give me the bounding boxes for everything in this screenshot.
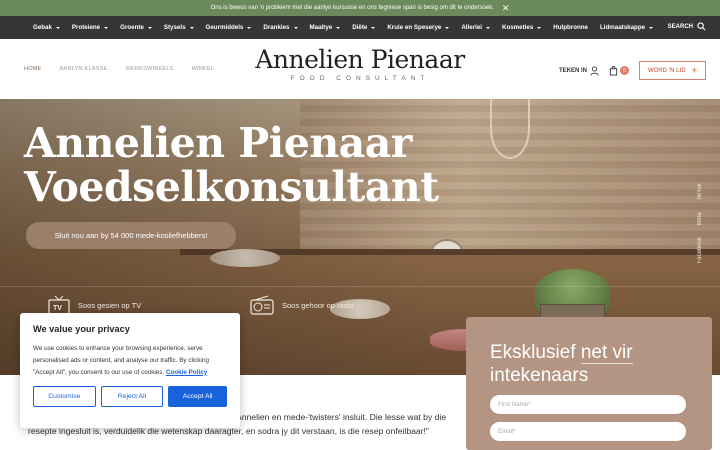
nav-label: Hulpbronne xyxy=(553,24,588,31)
media-radio-label: Soos gehoor op radio xyxy=(282,300,354,310)
sign-in-link[interactable]: TEKEN IN xyxy=(558,65,599,76)
nav-item-lidmaatskappe[interactable]: Lidmaatskappe xyxy=(600,24,654,31)
nav-item-stysels[interactable]: Stysels xyxy=(164,24,194,31)
nav-item-kruie[interactable]: Kruie en Speserye xyxy=(387,24,450,31)
nav-label: Lidmaatskappe xyxy=(600,24,646,31)
nav-label: Allerlei xyxy=(461,24,482,31)
search-button[interactable]: SEARCH xyxy=(668,22,706,31)
media-radio: Soos gehoor op radio xyxy=(250,295,354,315)
chevron-down-icon xyxy=(293,26,298,29)
nav-label: Groente xyxy=(120,24,144,31)
cookie-buttons: Customise Reject All Accept All xyxy=(33,386,227,408)
nav-label: Maaltye xyxy=(309,24,333,31)
nav-item-kosmeties[interactable]: Kosmeties xyxy=(501,24,542,31)
tv-icon: TV xyxy=(48,295,70,315)
media-tv: TV Soos gesien op TV xyxy=(48,295,141,315)
subscriber-signup-card: Eksklusief net vir intekenaars First Nam… xyxy=(466,317,712,450)
close-icon[interactable]: ✕ xyxy=(502,3,510,13)
main-nav: Gebak Proteiene Groente Stysels Geurmidd… xyxy=(0,16,720,39)
cart-icon xyxy=(609,65,618,75)
nav-label: Stysels xyxy=(163,24,186,31)
chevron-down-icon xyxy=(445,26,450,29)
plus-icon: + xyxy=(691,65,697,75)
nav-item-gebak[interactable]: Gebak xyxy=(33,24,60,31)
nav-item-allerlei[interactable]: Allerlei xyxy=(461,24,490,31)
hero-title-line2: Voedselkonsultant xyxy=(24,163,439,211)
accept-all-button[interactable]: Accept All xyxy=(168,386,227,408)
cookie-policy-link[interactable]: Cookie Policy xyxy=(166,369,207,376)
signup-title-pre: Eksklusief xyxy=(490,342,581,363)
nav-item-diete[interactable]: Diëte xyxy=(352,24,376,31)
media-tv-label: Soos gesien op TV xyxy=(78,300,142,310)
signup-title: Eksklusief net vir intekenaars xyxy=(490,341,712,387)
cookie-text: We use cookies to enhance your browsing … xyxy=(33,343,227,378)
first-name-field[interactable]: First Name* xyxy=(490,395,686,414)
search-icon xyxy=(697,22,706,31)
chevron-down-icon xyxy=(104,26,109,29)
nav-label: Kruie en Speserye xyxy=(387,24,442,31)
signup-title-underlined: net vir xyxy=(580,342,633,364)
nav-item-hulpbronne[interactable]: Hulpbronne xyxy=(553,24,588,31)
chevron-down-icon xyxy=(189,26,194,29)
nav-item-geurmiddels[interactable]: Geurmiddels xyxy=(206,24,252,31)
nav-label: Geurmiddels xyxy=(205,24,244,31)
email-field[interactable]: Email* xyxy=(490,422,686,441)
social-tiktok[interactable]: TikTok xyxy=(697,183,703,200)
chevron-down-icon xyxy=(649,26,654,29)
chevron-down-icon xyxy=(537,26,542,29)
radio-icon xyxy=(250,295,274,315)
nav-label: Gebak xyxy=(33,24,52,31)
nav-label: Drankies xyxy=(263,24,290,31)
nav-label: Kosmeties xyxy=(501,24,534,31)
signup-title-line2: intekenaars xyxy=(490,365,589,386)
social-instagram[interactable]: Insta xyxy=(697,212,703,225)
announcement-text: Ons is bewus van 'n probleem met die aan… xyxy=(210,5,494,11)
cookie-title: We value your privacy xyxy=(33,324,130,334)
nav-label: Diëte xyxy=(352,24,368,31)
user-icon xyxy=(590,65,599,76)
chevron-down-icon xyxy=(247,26,252,29)
nav-item-maaltye[interactable]: Maaltye xyxy=(310,24,341,31)
cart-count-badge: 0 xyxy=(619,66,629,75)
reject-all-button[interactable]: Reject All xyxy=(100,386,164,408)
chevron-down-icon xyxy=(485,26,490,29)
social-facebook[interactable]: Facebook xyxy=(697,237,703,263)
sign-in-label: TEKEN IN xyxy=(558,67,587,74)
chevron-down-icon xyxy=(371,26,376,29)
nav-item-proteiene[interactable]: Proteiene xyxy=(71,24,109,31)
cookie-consent-banner: We value your privacy We use cookies to … xyxy=(20,313,240,428)
hero-title-line1: Annelien Pienaar xyxy=(24,119,412,167)
header-actions: TEKEN IN 0 WORD 'N LID + xyxy=(559,61,706,80)
hero-cta-button[interactable]: Sluit nou aan by 54 000 mede-kosliefhebb… xyxy=(26,222,236,249)
announcement-bar: Ons is bewus van 'n probleem met die aan… xyxy=(0,0,720,16)
hero-divider xyxy=(0,286,720,287)
join-label: WORD 'N LID xyxy=(647,67,686,74)
social-links: Facebook Insta TikTok xyxy=(694,183,706,264)
site-header: HOME AANLYN KLASSE WERKSWINKELS WINKEL A… xyxy=(0,39,720,99)
svg-text:TV: TV xyxy=(53,305,62,312)
chevron-down-icon xyxy=(55,26,60,29)
chevron-down-icon xyxy=(147,26,152,29)
join-button[interactable]: WORD 'N LID + xyxy=(638,61,706,80)
nav-label: Proteiene xyxy=(71,24,101,31)
customise-button[interactable]: Customise xyxy=(33,386,96,408)
nav-item-drankies[interactable]: Drankies xyxy=(263,24,298,31)
search-label: SEARCH xyxy=(667,23,693,30)
nav-item-groente[interactable]: Groente xyxy=(120,24,152,31)
hero-title: Annelien Pienaar Voedselkonsultant xyxy=(24,121,439,209)
cart-button[interactable]: 0 xyxy=(609,65,629,76)
chevron-down-icon xyxy=(336,26,341,29)
